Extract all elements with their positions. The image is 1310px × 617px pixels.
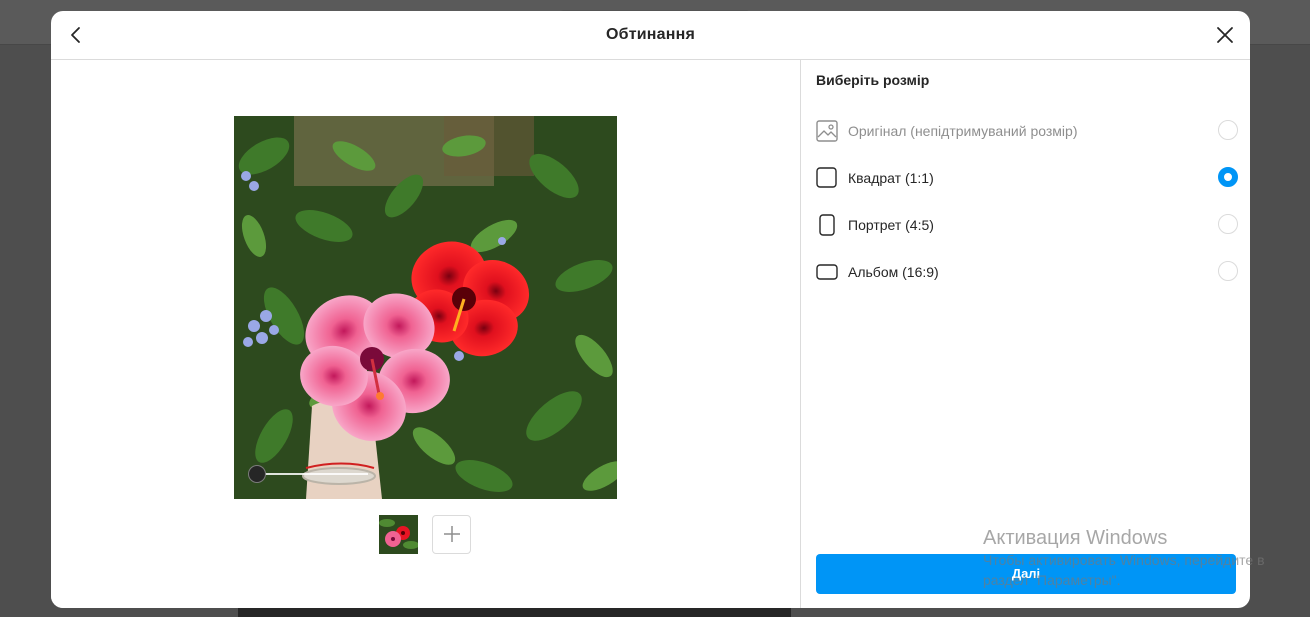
crop-dialog: Обтинання Виберіть розмір Оригінал (непі… bbox=[51, 11, 1250, 608]
dialog-title: Обтинання bbox=[605, 26, 696, 43]
zoom-slider[interactable] bbox=[248, 464, 368, 484]
crop-option-label: Портрет (4:5) bbox=[848, 217, 934, 233]
photo-editor-area bbox=[51, 60, 800, 608]
cropped-photo-preview[interactable] bbox=[234, 116, 617, 499]
crop-size-panel: Виберіть розмір Оригінал (непідтримувани… bbox=[801, 60, 1250, 608]
crop-option-label: Оригінал (непідтримуваний розмір) bbox=[848, 123, 1078, 139]
plus-icon bbox=[443, 526, 460, 542]
radio-square-selected[interactable] bbox=[1218, 167, 1238, 187]
radio-portrait[interactable] bbox=[1218, 214, 1238, 234]
radio-landscape[interactable] bbox=[1218, 261, 1238, 281]
crop-option-landscape[interactable]: Альбом (16:9) bbox=[816, 257, 1238, 287]
crop-option-label: Альбом (16:9) bbox=[848, 264, 939, 280]
portrait-icon bbox=[816, 213, 838, 237]
back-button[interactable] bbox=[63, 22, 89, 48]
dialog-header: Обтинання bbox=[51, 11, 1250, 60]
crop-panel-heading: Виберіть розмір bbox=[816, 72, 930, 88]
crop-option-square[interactable]: Квадрат (1:1) bbox=[816, 163, 1238, 193]
crop-option-portrait[interactable]: Портрет (4:5) bbox=[816, 210, 1238, 240]
close-button[interactable] bbox=[1212, 22, 1238, 48]
landscape-icon bbox=[816, 260, 838, 284]
hibiscus-photo bbox=[234, 116, 617, 499]
close-icon bbox=[1217, 27, 1233, 43]
zoom-slider-track bbox=[256, 473, 368, 475]
next-button[interactable]: Далі bbox=[816, 554, 1236, 594]
chevron-left-icon bbox=[71, 27, 80, 43]
add-media-button[interactable] bbox=[432, 514, 471, 554]
media-thumbnail-strip bbox=[379, 514, 471, 554]
crop-option-original[interactable]: Оригінал (непідтримуваний розмір) bbox=[816, 116, 1238, 146]
square-icon bbox=[816, 166, 838, 190]
image-icon bbox=[816, 119, 838, 143]
radio-original[interactable] bbox=[1218, 120, 1238, 140]
crop-option-label: Квадрат (1:1) bbox=[848, 170, 934, 186]
zoom-slider-thumb[interactable] bbox=[248, 465, 266, 483]
hibiscus-thumbnail-image bbox=[379, 514, 418, 554]
media-thumbnail[interactable] bbox=[379, 514, 418, 554]
